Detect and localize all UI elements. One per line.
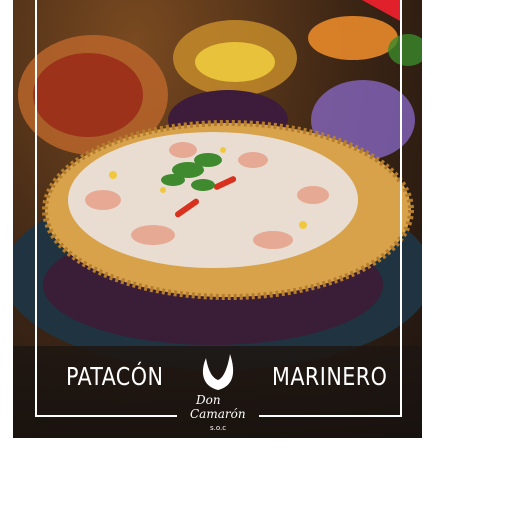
- background-bowl-left-inner: [33, 53, 143, 137]
- title-right: MARINERO: [272, 362, 388, 391]
- background-corn: [195, 42, 275, 82]
- frame-bottom-right: [259, 415, 402, 417]
- frame-bottom-left: [35, 415, 177, 417]
- title-left: PATACÓN: [66, 362, 164, 391]
- logo-line1: Don: [195, 393, 221, 407]
- shrimp-logo-icon: [202, 354, 234, 390]
- frame-right: [400, 0, 402, 417]
- don-camaron-logo: Don Camarón s.o.c: [190, 354, 246, 432]
- background-orange: [308, 16, 398, 60]
- logo-mark: s.o.c: [210, 424, 226, 432]
- logo-line2: Camarón: [190, 407, 246, 421]
- frame-left: [35, 0, 37, 417]
